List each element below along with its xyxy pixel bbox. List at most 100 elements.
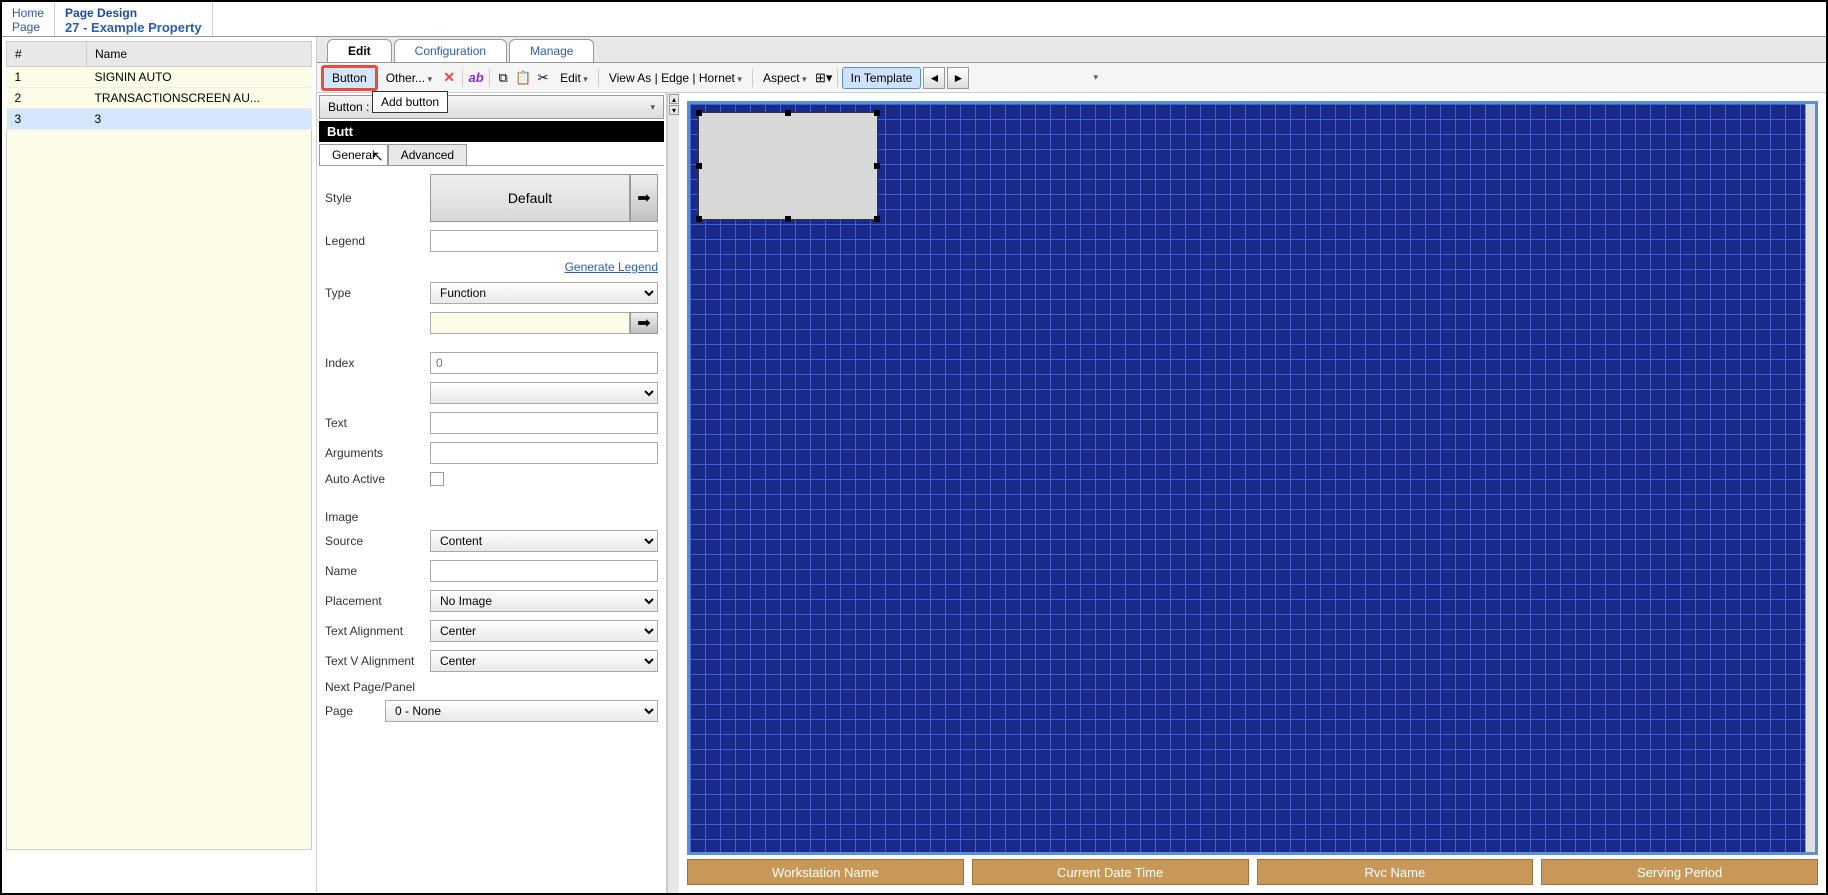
arguments-label: Arguments: [325, 446, 430, 460]
aspect-dropdown[interactable]: Aspect: [757, 68, 813, 88]
design-canvas[interactable]: [687, 101, 1818, 855]
prop-content: Style Default ➡ Legend Generate Legend T…: [317, 166, 666, 893]
mid-tabs: Edit Configuration Manage: [317, 37, 1826, 63]
footer-workstation[interactable]: Workstation Name: [687, 859, 964, 885]
nav-prev-button[interactable]: ◄: [923, 67, 945, 89]
separator: [462, 69, 463, 87]
autoactive-label: Auto Active: [325, 472, 430, 486]
scrollbar[interactable]: ▴ ▾: [667, 93, 679, 893]
paste-icon[interactable]: 📋: [514, 69, 532, 87]
nextpage-section: Next Page/Panel: [325, 680, 658, 694]
separator: [752, 69, 753, 87]
other-dropdown[interactable]: Other...: [380, 68, 438, 88]
table-row[interactable]: 2 TRANSACTIONSCREEN AU...: [7, 88, 312, 109]
legend-label: Legend: [325, 234, 430, 248]
textvalign-select[interactable]: Center: [430, 650, 658, 672]
name-input[interactable]: [430, 560, 658, 582]
tab-line1: Home: [12, 6, 44, 20]
copy-icon[interactable]: ⧉: [494, 69, 512, 87]
toolbar: Button Other... ✕ ab ⧉ 📋 ✂ Edit View As …: [317, 63, 1826, 93]
resize-handle[interactable]: [785, 110, 791, 116]
properties-panel: Button : ▾ Butt General Advanced Style D…: [317, 93, 667, 893]
legend-input[interactable]: [430, 230, 658, 252]
grid-icon[interactable]: ⊞▾: [815, 69, 833, 87]
index-input[interactable]: [430, 352, 658, 374]
nav-next-button[interactable]: ►: [947, 67, 969, 89]
page-list-table: # Name 1 SIGNIN AUTO 2 TRANSACTIONSCREEN…: [6, 41, 312, 130]
resize-handle[interactable]: [874, 216, 880, 222]
tab-general[interactable]: General: [319, 144, 388, 165]
type-label: Type: [325, 286, 430, 300]
source-select[interactable]: Content: [430, 530, 658, 552]
tab-advanced[interactable]: Advanced: [388, 144, 467, 165]
text-input[interactable]: [430, 412, 658, 434]
tab-configuration[interactable]: Configuration: [394, 39, 507, 62]
cut-icon[interactable]: ✂: [534, 69, 552, 87]
tab-manage[interactable]: Manage: [509, 39, 594, 62]
delete-icon[interactable]: ✕: [440, 69, 458, 87]
col-name[interactable]: Name: [87, 42, 312, 67]
autoactive-checkbox[interactable]: [430, 472, 444, 486]
resize-handle[interactable]: [696, 110, 702, 116]
resize-handle[interactable]: [874, 163, 880, 169]
type-browse-button[interactable]: ➡: [630, 312, 658, 334]
canvas-ruler: [1805, 104, 1815, 852]
footer-bar: Workstation Name Current Date Time Rvc N…: [687, 859, 1818, 885]
source-label: Source: [325, 534, 430, 548]
scroll-up-icon[interactable]: ▴: [669, 94, 679, 104]
style-preview[interactable]: Default: [430, 174, 630, 222]
tab-line2: Page: [12, 20, 44, 34]
tab-home-page[interactable]: Home Page: [2, 2, 55, 36]
separator: [598, 69, 599, 87]
tooltip: Add button: [372, 91, 448, 113]
edit-dropdown[interactable]: Edit: [554, 68, 594, 88]
textalign-label: Text Alignment: [325, 624, 430, 638]
generate-legend-link[interactable]: Generate Legend: [565, 260, 658, 274]
footer-serving[interactable]: Serving Period: [1541, 859, 1818, 885]
button-header-dropdown[interactable]: Button : ▾: [319, 95, 664, 119]
index-select[interactable]: [430, 382, 658, 404]
style-next-button[interactable]: ➡: [630, 174, 658, 222]
top-tabs: Home Page Page Design 27 - Example Prope…: [2, 2, 1826, 37]
scroll-down-icon[interactable]: ▾: [669, 105, 679, 115]
button-tool[interactable]: Button: [321, 65, 378, 91]
footer-datetime[interactable]: Current Date Time: [972, 859, 1249, 885]
in-template-button[interactable]: In Template: [842, 67, 922, 89]
separator: [837, 69, 838, 87]
table-row[interactable]: 1 SIGNIN AUTO: [7, 67, 312, 88]
arguments-input[interactable]: [430, 442, 658, 464]
image-section: Image: [325, 510, 658, 524]
style-label: Style: [325, 191, 430, 205]
name-label: Name: [325, 564, 430, 578]
page-select[interactable]: 0 - None: [385, 700, 658, 722]
page-label: Page: [325, 704, 385, 718]
extra-dropdown[interactable]: ▾: [1093, 72, 1098, 83]
tab-page-design[interactable]: Page Design 27 - Example Property: [55, 2, 213, 36]
tab-edit[interactable]: Edit: [327, 39, 392, 62]
resize-handle[interactable]: [874, 110, 880, 116]
placement-label: Placement: [325, 594, 430, 608]
type-select[interactable]: Function: [430, 282, 658, 304]
type-sub-input[interactable]: [430, 312, 630, 334]
canvas-area: Workstation Name Current Date Time Rvc N…: [679, 93, 1826, 893]
resize-handle[interactable]: [696, 216, 702, 222]
col-num[interactable]: #: [7, 42, 87, 67]
ab-icon[interactable]: ab: [467, 69, 485, 87]
viewas-dropdown[interactable]: View As | Edge | Hornet: [603, 68, 748, 88]
index-label: Index: [325, 356, 430, 370]
left-list-panel: # Name 1 SIGNIN AUTO 2 TRANSACTIONSCREEN…: [2, 37, 317, 893]
textalign-select[interactable]: Center: [430, 620, 658, 642]
table-row-selected[interactable]: 3 3: [7, 109, 312, 130]
prop-tabs: General Advanced: [319, 144, 664, 166]
section-title: Butt: [319, 121, 664, 142]
resize-handle[interactable]: [696, 163, 702, 169]
footer-rvc[interactable]: Rvc Name: [1257, 859, 1534, 885]
separator: [489, 69, 490, 87]
placement-select[interactable]: No Image: [430, 590, 658, 612]
tab-line2: 27 - Example Property: [65, 20, 202, 36]
tab-line1: Page Design: [65, 6, 202, 20]
selected-button-widget[interactable]: [698, 112, 878, 220]
textvalign-label: Text V Alignment: [325, 654, 430, 668]
empty-list-area: [6, 130, 312, 850]
resize-handle[interactable]: [785, 216, 791, 222]
